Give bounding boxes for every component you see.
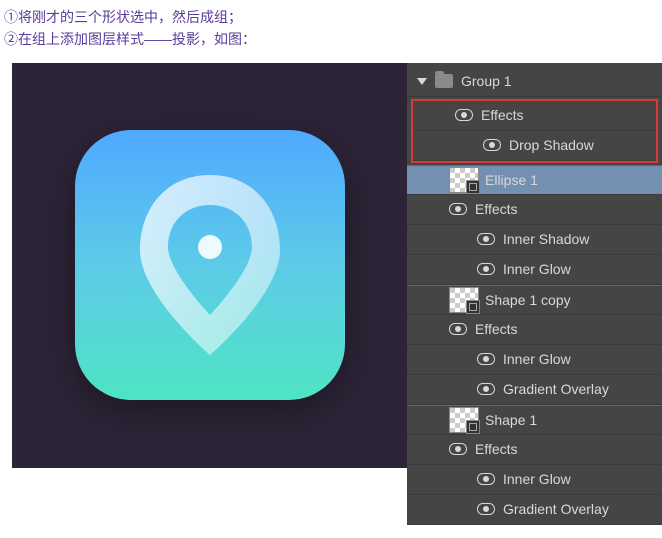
layer-thumbnail (449, 167, 479, 193)
instruction-text: ①将刚才的三个形状选中，然后成组； ②在组上添加图层样式——投影，如图： (0, 0, 662, 63)
effect-label: Inner Glow (503, 351, 662, 367)
instruction-line-1: ①将刚才的三个形状选中，然后成组； (4, 6, 658, 28)
eye-icon[interactable] (449, 323, 467, 335)
highlight-annotation: Effects Drop Shadow (411, 99, 658, 163)
effects-label: Effects (475, 441, 662, 457)
eye-icon[interactable] (477, 473, 495, 485)
effects-label: Effects (475, 321, 662, 337)
layer-label: Shape 1 copy (485, 292, 662, 308)
effect-inner-glow[interactable]: Inner Glow (407, 465, 662, 495)
layer-label: Shape 1 (485, 412, 662, 428)
eye-icon[interactable] (477, 353, 495, 365)
effect-gradient-overlay[interactable]: Gradient Overlay (407, 495, 662, 525)
eye-icon[interactable] (449, 443, 467, 455)
disclosure-triangle-icon[interactable] (417, 78, 427, 85)
layers-panel: Group 1 Effects Drop Shadow Ellipse 1 Ef… (407, 63, 662, 525)
effects-label: Effects (481, 107, 656, 123)
vector-mask-badge-icon (466, 180, 480, 194)
effects-row[interactable]: Effects (407, 435, 662, 465)
layer-label: Ellipse 1 (485, 172, 662, 188)
effect-label: Drop Shadow (509, 137, 656, 153)
app-icon-preview (75, 130, 345, 400)
layer-shape-1-copy[interactable]: Shape 1 copy (407, 285, 662, 315)
canvas-preview (12, 63, 407, 468)
effect-inner-glow[interactable]: Inner Glow (407, 255, 662, 285)
eye-icon[interactable] (477, 233, 495, 245)
folder-icon (435, 74, 453, 88)
eye-icon[interactable] (477, 383, 495, 395)
eye-icon[interactable] (449, 203, 467, 215)
effect-inner-glow[interactable]: Inner Glow (407, 345, 662, 375)
effect-label: Gradient Overlay (503, 381, 662, 397)
instruction-line-2: ②在组上添加图层样式——投影，如图： (4, 28, 658, 50)
eye-icon[interactable] (455, 109, 473, 121)
layer-label: Group 1 (461, 73, 662, 89)
effects-row[interactable]: Effects (407, 315, 662, 345)
effect-label: Inner Glow (503, 261, 662, 277)
eye-icon[interactable] (477, 503, 495, 515)
layer-group-1[interactable]: Group 1 (407, 67, 662, 97)
effect-label: Gradient Overlay (503, 501, 662, 517)
vector-mask-badge-icon (466, 420, 480, 434)
effect-gradient-overlay[interactable]: Gradient Overlay (407, 375, 662, 405)
effects-label: Effects (475, 201, 662, 217)
layer-shape-1[interactable]: Shape 1 (407, 405, 662, 435)
effect-label: Inner Shadow (503, 231, 662, 247)
effect-inner-shadow[interactable]: Inner Shadow (407, 225, 662, 255)
layer-thumbnail (449, 287, 479, 313)
effects-row[interactable]: Effects (413, 101, 656, 131)
effect-drop-shadow[interactable]: Drop Shadow (413, 131, 656, 161)
vector-mask-badge-icon (466, 300, 480, 314)
effects-row[interactable]: Effects (407, 195, 662, 225)
effect-label: Inner Glow (503, 471, 662, 487)
pin-shape (130, 165, 290, 365)
eye-icon[interactable] (483, 139, 501, 151)
layer-ellipse-1[interactable]: Ellipse 1 (407, 165, 662, 195)
eye-icon[interactable] (477, 263, 495, 275)
layer-thumbnail (449, 407, 479, 433)
